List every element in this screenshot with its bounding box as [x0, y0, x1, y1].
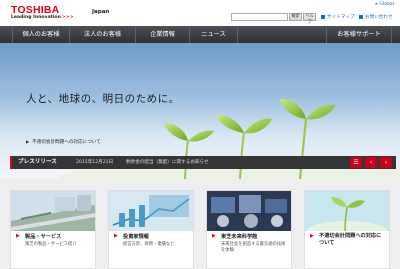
nav-item-business[interactable]: 法人のお客様 [70, 26, 136, 43]
accounting-notice-image [305, 191, 389, 231]
card-accounting-notice-title-label: 不適切会計問題への対応について [319, 233, 382, 246]
investors-image [109, 191, 193, 231]
chevron-right-icon[interactable]: › [380, 157, 392, 168]
tagline-chevrons: >>> [61, 15, 74, 20]
card-accounting-notice[interactable]: ▶ 不適切会計問題への対応について [304, 190, 390, 269]
nav-item-corporate[interactable]: 企業情報 [136, 26, 190, 43]
card-products-title: ▶ 製品・サービス [16, 233, 62, 240]
arrow-right-icon: ▶ [310, 233, 314, 239]
global-link[interactable]: ▸ Global [376, 2, 394, 7]
nav-item-support[interactable]: お客様サポート [326, 26, 392, 43]
press-release-date: 2015年12月21日 [76, 160, 114, 165]
press-release-bar: プレスリリース 2015年12月21日 剰余金の配当（無配）に関するお知らせ ☰… [10, 156, 396, 169]
help-button[interactable]: ヘルプ [303, 13, 316, 25]
inquiry-link[interactable]: お問い合わせ [359, 14, 393, 20]
logo-tagline: Leading Innovation>>> [11, 15, 73, 20]
hero-notice-label: 不適切会計問題への対応について [32, 140, 101, 145]
mail-icon [359, 14, 363, 19]
card-investors-title-label: 投資家情報 [123, 234, 149, 240]
products-image [11, 191, 95, 231]
arrow-right-icon: ▶ [114, 233, 118, 239]
card-investors-desc: 経営方針、財務・業績など [123, 242, 175, 247]
card-science-museum-desc: 未来社会を創造する最先端の技術を体験 [221, 242, 286, 253]
country-label: Japan [92, 9, 110, 15]
press-release-headline[interactable]: 剰余金の配当（無配）に関するお知らせ [126, 156, 209, 169]
card-products-desc: 東芝の製品・サービス紹介 [25, 242, 77, 247]
press-release-label: プレスリリース [10, 156, 66, 169]
nav-item-news[interactable]: ニュース [190, 26, 238, 43]
card-science-museum-title-label: 東芝未来科学館 [221, 234, 258, 240]
nav-item-personal[interactable]: 個人のお客様 [12, 26, 70, 43]
card-science-museum-title: ▶ 東芝未来科学館 [212, 233, 258, 240]
card-products-title-label: 製品・サービス [25, 234, 62, 240]
sitemap-icon [321, 14, 325, 19]
chevron-left-icon[interactable]: ‹ [365, 157, 377, 168]
arrow-right-icon: ▶ [16, 233, 20, 239]
card-investors[interactable]: ▶ 投資家情報 経営方針、財務・業績など [108, 190, 194, 269]
search-input[interactable] [231, 13, 288, 21]
tagline-text: Leading Innovation [11, 15, 61, 20]
list-icon[interactable]: ☰ [350, 157, 362, 168]
search-button[interactable]: 検索 [289, 13, 302, 21]
inquiry-link-label: お問い合わせ [365, 15, 393, 20]
site-header: TOSHIBA Leading Innovation>>> Japan ▸ Gl… [0, 0, 400, 26]
global-nav: 個人のお客様 法人のお客様 企業情報 ニュース お客様サポート [0, 26, 400, 43]
arrow-right-icon: ▶ [212, 233, 216, 239]
card-investors-title: ▶ 投資家情報 [114, 233, 149, 240]
sitemap-link-label: サイトマップ [327, 15, 355, 20]
sitemap-link[interactable]: サイトマップ [321, 14, 355, 20]
card-accounting-notice-title: ▶ 不適切会計問題への対応について [310, 233, 383, 247]
card-products[interactable]: ▶ 製品・サービス 東芝の製品・サービス紹介 [10, 190, 96, 269]
science-museum-image [207, 191, 291, 231]
card-science-museum[interactable]: ▶ 東芝未来科学館 未来社会を創造する最先端の技術を体験 [206, 190, 292, 269]
hero-notice-link[interactable]: ▶ 不適切会計問題への対応について [26, 139, 101, 145]
triangle-right-icon: ▶ [26, 139, 30, 144]
hero-catchphrase: 人と、地球の、明日のために。 [26, 93, 180, 105]
